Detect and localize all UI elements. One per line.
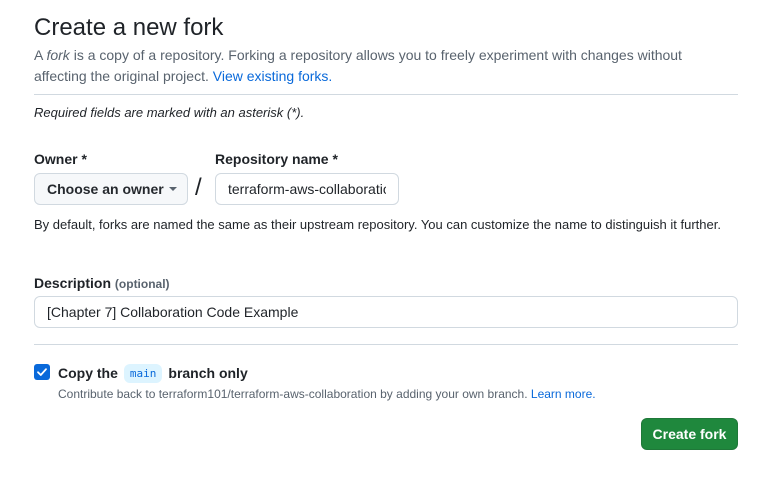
check-icon bbox=[37, 368, 47, 376]
owner-label: Owner * bbox=[34, 151, 87, 167]
view-existing-forks-link[interactable]: View existing forks. bbox=[213, 68, 333, 84]
intro-fork-word: fork bbox=[46, 47, 70, 63]
owner-repo-separator: / bbox=[195, 174, 202, 201]
divider bbox=[34, 344, 738, 345]
copy-main-branch-checkbox[interactable] bbox=[34, 364, 50, 380]
repository-name-input[interactable] bbox=[215, 173, 399, 205]
copy-branch-suffix: branch only bbox=[168, 365, 248, 381]
copy-branch-label: Copy the main branch only bbox=[58, 362, 248, 384]
required-fields-note: Required fields are marked with an aster… bbox=[34, 105, 305, 120]
caret-down-icon bbox=[169, 187, 177, 191]
page-title: Create a new fork bbox=[34, 14, 224, 41]
branch-name-chip: main bbox=[123, 363, 163, 383]
optional-tag: (optional) bbox=[114, 277, 170, 291]
copy-branch-help: Contribute back to terraform101/terrafor… bbox=[58, 387, 596, 401]
choose-owner-label: Choose an owner bbox=[47, 181, 164, 197]
create-fork-page: Create a new fork A fork is a copy of a … bbox=[0, 0, 765, 483]
choose-owner-dropdown[interactable]: Choose an owner bbox=[34, 173, 188, 205]
intro-prefix: A bbox=[34, 47, 47, 63]
copy-branch-prefix: Copy the bbox=[58, 365, 118, 381]
intro-text: A fork is a copy of a repository. Forkin… bbox=[34, 45, 734, 87]
divider bbox=[34, 94, 738, 95]
intro-body: is a copy of a repository. Forking a rep… bbox=[34, 47, 682, 84]
description-label: Description (optional) bbox=[34, 275, 170, 291]
description-label-text: Description bbox=[34, 275, 112, 291]
description-input[interactable] bbox=[34, 296, 738, 328]
learn-more-link[interactable]: Learn more. bbox=[531, 387, 596, 401]
copy-branch-help-text: Contribute back to terraform101/terrafor… bbox=[58, 387, 531, 401]
fork-naming-hint: By default, forks are named the same as … bbox=[34, 217, 721, 232]
repository-name-label: Repository name * bbox=[215, 151, 338, 167]
create-fork-button[interactable]: Create fork bbox=[641, 418, 738, 450]
